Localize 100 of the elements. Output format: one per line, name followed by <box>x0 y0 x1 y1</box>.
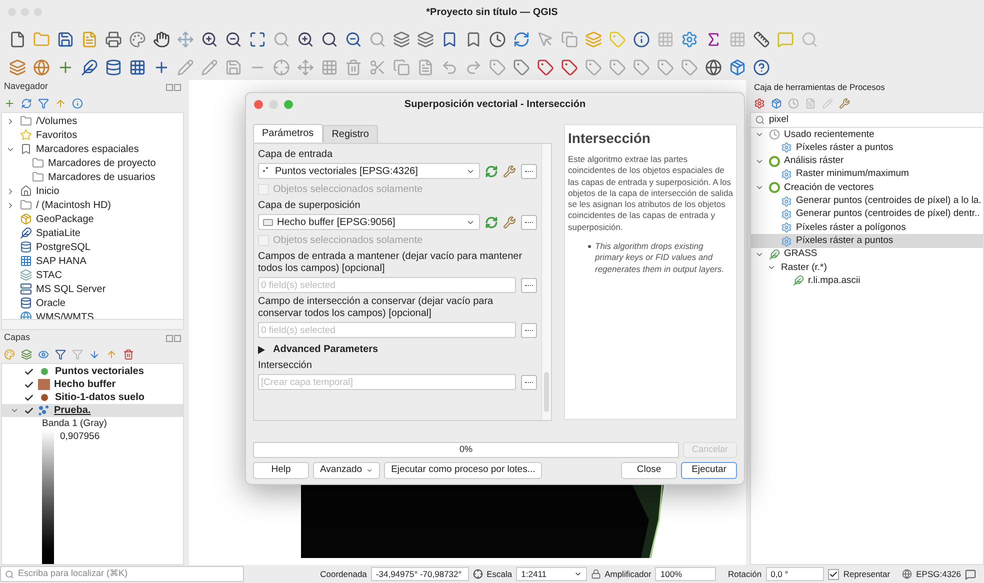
style-icon[interactable] <box>4 348 15 360</box>
rotation-spin-box[interactable]: 0,0 ° <box>766 567 824 581</box>
layer-combo-box[interactable]: Hecho buffer [EPSG:9056] <box>258 214 480 230</box>
magnifier-spin-box[interactable]: 100% <box>655 567 716 581</box>
browse-button[interactable] <box>521 164 537 178</box>
tool-tree-row[interactable]: Píxeles ráster a puntos <box>751 234 983 248</box>
document-icon[interactable] <box>80 30 99 48</box>
copy-icon[interactable] <box>560 30 579 48</box>
zoom-full-icon[interactable] <box>248 30 267 48</box>
checkbox[interactable] <box>828 568 840 580</box>
grid-icon[interactable] <box>128 58 147 76</box>
node-icon[interactable] <box>272 58 291 76</box>
tree-item[interactable]: GeoPackage <box>36 212 94 226</box>
layer-checkbox[interactable] <box>24 366 34 376</box>
tool-tree-row[interactable]: Píxeles ráster a polígonos <box>751 221 983 234</box>
dialog-button[interactable]: Avanzado <box>313 462 380 479</box>
messages-icon[interactable] <box>965 568 976 580</box>
tree-item[interactable]: SpatiaLite <box>36 226 80 240</box>
tab[interactable]: Parámetros <box>253 124 323 142</box>
panel-controls-icon[interactable] <box>166 334 181 342</box>
dialog-button[interactable]: Close <box>621 462 677 479</box>
tab[interactable]: Registro <box>322 125 378 143</box>
folder-icon[interactable] <box>32 30 51 48</box>
layers-icon[interactable] <box>584 30 603 48</box>
tree-item[interactable]: Favoritos <box>36 128 78 142</box>
locator-field[interactable]: Escriba para localizar (⌘K) <box>0 566 244 582</box>
layer-row[interactable]: Prueba. <box>2 404 183 417</box>
crs-label[interactable]: EPSG:4326 <box>916 568 961 580</box>
paste-icon[interactable] <box>416 58 435 76</box>
database-icon[interactable] <box>104 58 123 76</box>
palette-icon[interactable] <box>128 30 147 48</box>
copy-icon[interactable] <box>392 58 411 76</box>
search-field[interactable]: pixel <box>750 112 984 128</box>
zoom-in-icon[interactable] <box>200 30 219 48</box>
clock-icon[interactable] <box>488 30 507 48</box>
tool-tree-row[interactable]: Generar puntos (centroides de píxel) a lo la. <box>751 194 983 208</box>
globe-icon[interactable] <box>902 569 912 579</box>
python-icon[interactable] <box>728 58 747 76</box>
browse-button[interactable] <box>521 322 537 338</box>
tree-item[interactable]: STAC <box>36 268 62 282</box>
search-icon[interactable] <box>320 30 339 48</box>
pencil-icon[interactable] <box>176 58 195 76</box>
layers-icon[interactable] <box>416 30 435 48</box>
browse-button[interactable] <box>521 278 537 292</box>
hand-icon[interactable] <box>152 30 171 48</box>
label-icon[interactable] <box>584 58 603 76</box>
filter-icon[interactable] <box>55 348 66 360</box>
tool-tree-row[interactable]: GRASS <box>751 248 983 261</box>
section-toggle[interactable]: Advanced Parameters <box>258 342 537 357</box>
save-icon[interactable] <box>56 30 75 48</box>
tree-item[interactable]: Marcadores de proyecto <box>48 156 156 170</box>
layer-checkbox[interactable] <box>24 406 34 416</box>
help-icon[interactable] <box>752 58 771 76</box>
add-group-icon[interactable] <box>21 348 32 360</box>
remove-layer-icon[interactable] <box>123 348 134 360</box>
tree-item[interactable]: Marcadores de usuarios <box>48 170 156 184</box>
mouse-icon[interactable] <box>472 569 483 579</box>
label-icon[interactable] <box>608 58 627 76</box>
tree-item[interactable]: /Volumes <box>36 114 78 128</box>
printer-icon[interactable] <box>104 30 123 48</box>
wrench-icon[interactable] <box>503 164 516 178</box>
python-icon[interactable] <box>771 98 782 108</box>
label-icon[interactable] <box>560 58 579 76</box>
tree-item[interactable]: / (Macintosh HD) <box>36 198 112 212</box>
history-icon[interactable] <box>788 98 799 108</box>
tree-item[interactable]: MS SQL Server <box>36 282 106 296</box>
collapse-icon[interactable] <box>106 348 117 360</box>
label-icon[interactable] <box>656 58 675 76</box>
dialog-button[interactable]: Help <box>253 462 309 479</box>
dialog-button[interactable]: Ejecutar <box>681 462 737 479</box>
horizontal-scrollbar[interactable] <box>1 320 184 330</box>
scale-combo-box[interactable]: 1:2411 <box>516 567 587 581</box>
globe-icon[interactable] <box>32 58 51 76</box>
tool-tree-row[interactable]: Creación de vectores <box>751 181 983 194</box>
filter-icon[interactable] <box>38 98 49 108</box>
wrench-icon[interactable] <box>503 216 516 228</box>
zoom-out-icon[interactable] <box>224 30 243 48</box>
refresh-icon[interactable] <box>21 98 32 108</box>
tree-item[interactable]: SAP HANA <box>36 254 86 268</box>
iterate-icon[interactable] <box>485 216 498 228</box>
layer-combo-box[interactable]: Puntos vectoriales [EPSG:4326] <box>258 163 480 179</box>
gear-icon[interactable] <box>680 30 699 48</box>
scrollbar[interactable] <box>541 144 551 420</box>
zoom-in-icon[interactable] <box>296 30 315 48</box>
label-icon[interactable] <box>488 58 507 76</box>
scissors-icon[interactable] <box>368 58 387 76</box>
coordinate-field[interactable]: -34,94975° -70,98732° <box>370 567 469 581</box>
fields-field[interactable]: 0 field(s) selected <box>258 322 516 338</box>
tool-tree-row[interactable]: r.li.mpa.ascii <box>751 274 983 288</box>
new-file-icon[interactable] <box>8 30 27 48</box>
zoom-out-icon[interactable] <box>344 30 363 48</box>
expand-icon[interactable] <box>89 348 100 360</box>
feather-icon[interactable] <box>80 58 99 76</box>
layers-icon[interactable] <box>392 30 411 48</box>
browse-button[interactable] <box>521 214 537 230</box>
tool-tree-row[interactable]: Píxeles ráster a puntos <box>751 141 983 155</box>
layer-row[interactable]: Sitio-1-datos suelo <box>2 391 183 404</box>
globe-icon[interactable] <box>704 58 723 76</box>
collapse-icon[interactable] <box>55 98 66 108</box>
panel-controls-icon[interactable] <box>166 84 181 90</box>
